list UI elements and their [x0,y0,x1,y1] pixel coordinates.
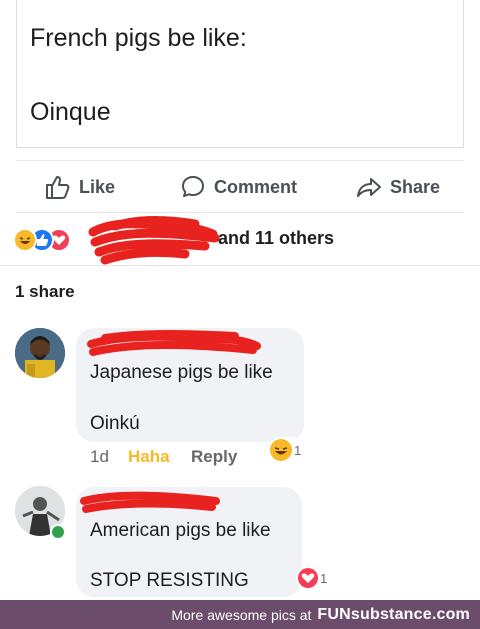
reactions-others-text[interactable]: and 11 others [218,228,334,249]
avatar[interactable] [15,328,65,378]
comment-text-line1: American pigs be like [90,520,271,541]
comment-text-line2: Oinkú [90,413,140,434]
share-label: Share [390,176,441,197]
like-label: Like [79,176,116,197]
comment-text-line2: STOP RESISTING [90,570,249,591]
reaction-count: 1 [320,570,328,586]
haha-reaction-link[interactable]: Haha [128,447,170,467]
footer-text: More awesome pics at [171,606,312,623]
comment-label: Comment [214,176,298,197]
share-arrow-icon [356,174,382,200]
comment-timestamp[interactable]: 1d [90,447,109,467]
redaction-scribble [88,216,220,265]
reply-button[interactable]: Reply [191,447,237,467]
share-count[interactable]: 1 share [15,282,75,302]
divider [0,265,480,266]
footer-brand: FUNsubstance.com [317,605,470,623]
redaction-scribble [87,330,261,356]
comment-button[interactable]: Comment [180,172,297,202]
reaction-icons[interactable] [13,228,93,252]
share-button[interactable]: Share [356,172,440,202]
post-text-line1: French pigs be like: [30,24,247,52]
reaction-count: 1 [294,442,302,458]
comment-text-line1: Japanese pigs be like [90,362,273,383]
thumbs-up-icon [45,174,71,200]
divider [16,212,464,213]
post-text-line2: Oinque [30,98,111,126]
divider [16,160,464,161]
haha-reaction-icon [13,228,37,252]
watermark-footer: More awesome pics at FUNsubstance.com [0,600,480,629]
comment-reaction-badge[interactable]: 1 [296,566,332,590]
love-reaction-icon [298,568,318,588]
comment-reaction-badge[interactable]: 1 [268,437,306,463]
haha-reaction-icon [270,439,292,461]
comment-icon [180,174,206,200]
like-button[interactable]: Like [45,172,115,202]
online-status-dot [50,524,66,540]
redaction-scribble [80,491,220,513]
